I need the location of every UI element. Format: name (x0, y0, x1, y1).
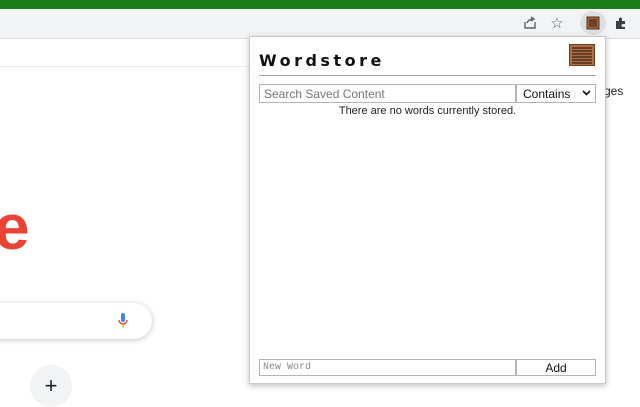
wordstore-popup: Wordstore Contains There are no words cu… (249, 36, 606, 384)
add-word-button[interactable]: Add (516, 359, 596, 376)
page-divider (0, 66, 250, 67)
background-partial-text: ges (604, 84, 624, 98)
new-word-input[interactable] (259, 359, 516, 376)
star-icon[interactable]: ☆ (547, 13, 567, 33)
browser-toolbar: ☆ (0, 9, 640, 39)
mic-icon[interactable] (118, 313, 128, 334)
puzzle-extensions-icon[interactable] (611, 13, 631, 33)
chevron-down-icon (582, 89, 591, 99)
share-icon[interactable] (520, 13, 540, 33)
empty-state-message: There are no words currently stored. (338, 105, 517, 117)
match-mode-select[interactable]: Contains (516, 84, 596, 103)
match-mode-value: Contains (523, 86, 571, 101)
title-divider (259, 75, 596, 76)
popup-title: Wordstore (259, 51, 385, 70)
search-saved-content-input[interactable] (259, 84, 516, 103)
wordstore-extension-icon[interactable] (580, 11, 606, 35)
window-top-bar (0, 0, 640, 9)
google-search-box[interactable] (0, 303, 152, 339)
google-logo-fragment: e (0, 191, 30, 263)
wordstore-logo-icon (569, 44, 595, 66)
add-shortcut-button[interactable]: + (30, 365, 72, 407)
